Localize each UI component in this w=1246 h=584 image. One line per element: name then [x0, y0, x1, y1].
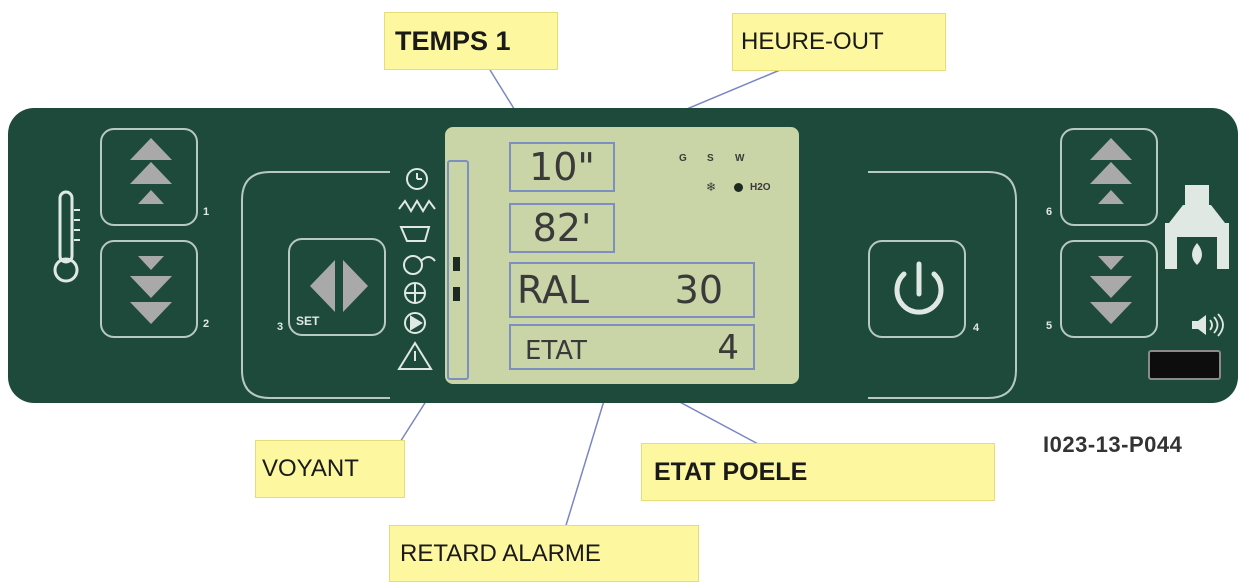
triple-down-arrow-icon	[130, 256, 172, 324]
led-indicator-2	[453, 287, 460, 301]
temperature-up-button[interactable]	[100, 128, 198, 226]
indicator-w: W	[735, 153, 745, 164]
triple-up-arrow-icon	[130, 138, 172, 204]
pump-icon	[403, 255, 423, 275]
callout-etat-poele: ETAT POELE	[641, 443, 995, 501]
indicator-s: S	[707, 153, 714, 164]
callout-heure-out: HEURE-OUT	[732, 13, 946, 71]
state-value: 4	[717, 328, 739, 368]
ral-label: RAL	[517, 268, 590, 312]
button-number-5: 5	[1046, 320, 1053, 332]
button-number-4: 4	[973, 322, 980, 334]
set-button[interactable]: SET	[288, 238, 386, 336]
button-number-6: 6	[1046, 206, 1053, 218]
ral-display-box: RAL 30	[509, 262, 755, 318]
set-label: SET	[296, 314, 320, 328]
h2o-dot-icon	[734, 183, 743, 192]
ir-receiver-window	[1148, 350, 1221, 380]
button-number-2: 2	[203, 318, 210, 330]
button-number-1: 1	[203, 206, 210, 218]
pellet-tank-icon	[399, 226, 431, 242]
callout-retard-alarme: RETARD ALARME	[389, 525, 699, 582]
temperature-down-button[interactable]	[100, 240, 198, 338]
state-display-box: ETAT 4	[509, 324, 755, 370]
triple-down-arrow-icon	[1090, 256, 1132, 324]
callout-temps1: TEMPS 1	[384, 12, 558, 70]
status-icon-column	[397, 168, 436, 370]
time-display: 10"	[509, 142, 615, 192]
led-indicator-1	[453, 257, 460, 271]
power-up-button[interactable]	[1060, 128, 1158, 226]
h2o-label: H2O	[750, 182, 771, 193]
button-number-3: 3	[277, 321, 284, 333]
hour-display: 82'	[509, 203, 615, 253]
indicator-g: G	[679, 153, 687, 164]
callout-voyant: VOYANT	[255, 440, 405, 498]
speaker-icon	[1192, 313, 1224, 337]
thermometer-icon	[53, 190, 80, 283]
fireplace-icon	[1165, 185, 1229, 269]
power-down-button[interactable]	[1060, 240, 1158, 338]
state-label: ETAT	[525, 336, 587, 366]
ral-value: 30	[674, 268, 723, 312]
triple-up-arrow-icon	[1090, 138, 1132, 204]
power-icon	[894, 261, 944, 315]
snowflake-icon: ❄	[706, 180, 717, 194]
resistor-icon	[398, 199, 436, 213]
power-button[interactable]	[868, 240, 966, 338]
reference-code: I023-13-P044	[1043, 432, 1183, 457]
